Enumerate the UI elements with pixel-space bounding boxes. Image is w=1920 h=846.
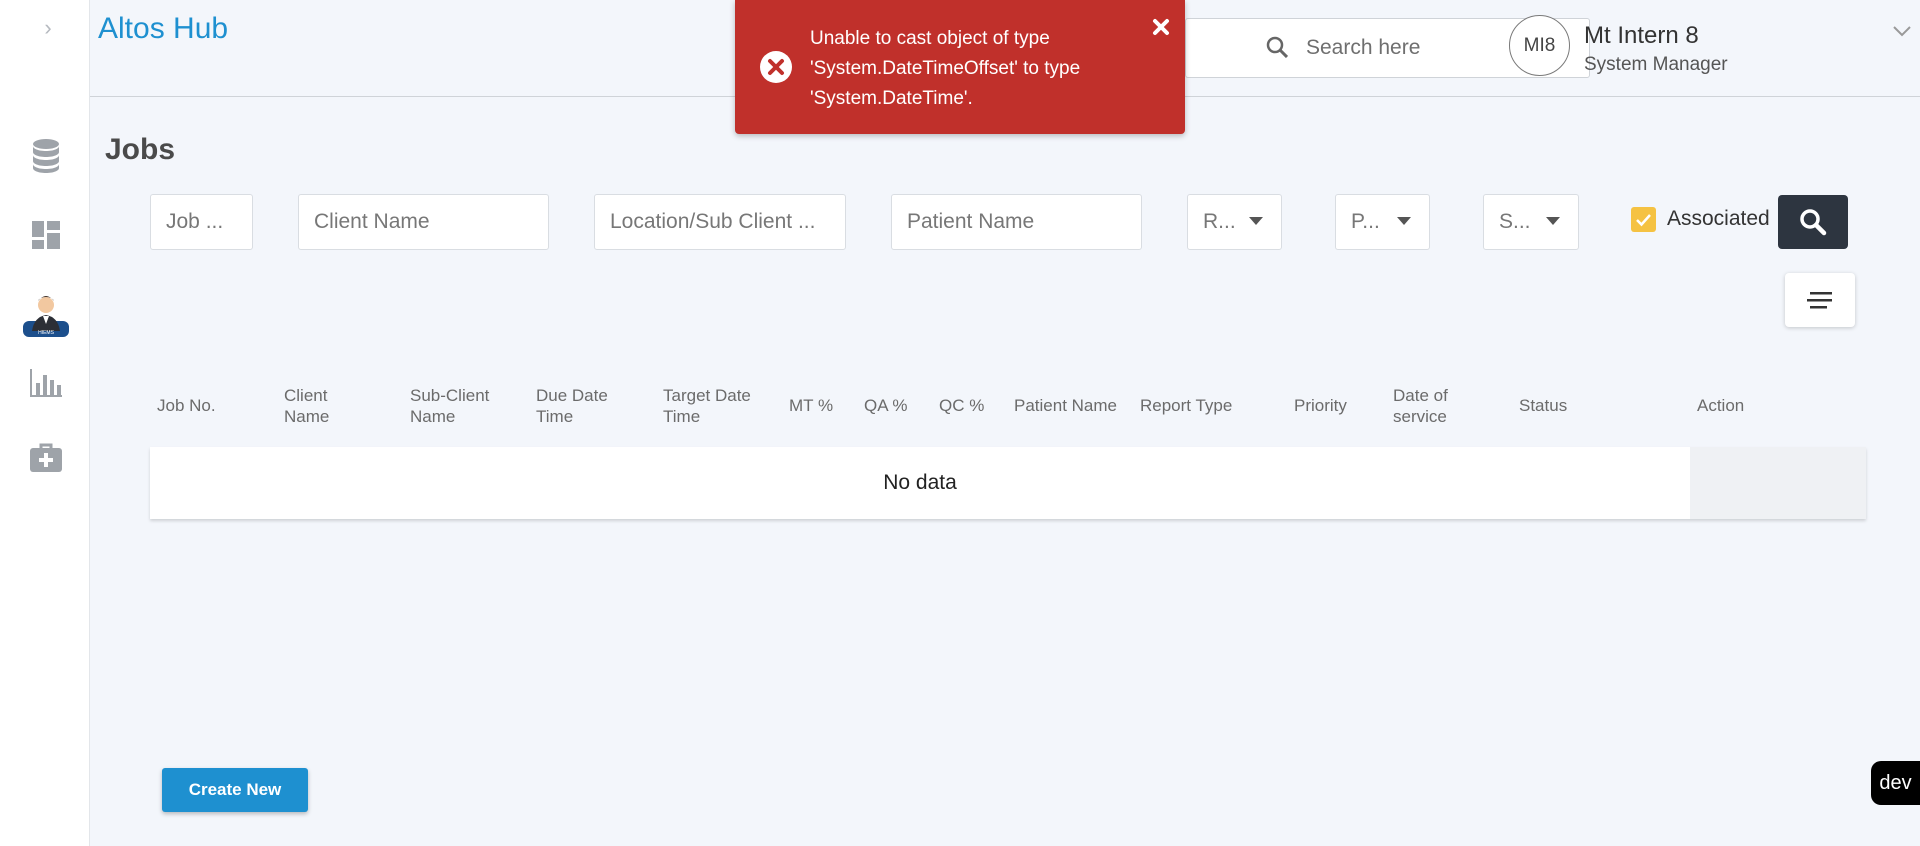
client-name-filter[interactable]: Client Name	[298, 194, 549, 250]
sidebar: › HIEMS	[0, 0, 90, 846]
create-new-button[interactable]: Create New	[162, 768, 308, 812]
chevron-down-icon[interactable]	[1893, 24, 1911, 42]
col-date-of-service[interactable]: Date of service	[1393, 385, 1448, 427]
caret-down-icon	[1397, 217, 1411, 225]
user-role: System Manager	[1584, 54, 1728, 75]
sort-lines-icon	[1807, 292, 1832, 309]
caret-down-icon	[1546, 217, 1560, 225]
associated-label: Associated	[1667, 207, 1770, 230]
table-header: Job No. Client Name Sub-Client Name Due Da…	[150, 375, 1866, 445]
caret-down-icon	[1249, 217, 1263, 225]
database-icon[interactable]	[25, 135, 67, 177]
user-name: Mt Intern 8	[1584, 22, 1699, 49]
col-qc-percent[interactable]: QC %	[939, 395, 984, 416]
error-toast: Unable to cast object of type 'System.Da…	[735, 0, 1185, 134]
col-priority[interactable]: Priority	[1294, 395, 1347, 416]
status-dropdown[interactable]: S...	[1483, 194, 1579, 250]
brand-logo[interactable]: Altos Hub	[98, 12, 228, 46]
col-due-date-time[interactable]: Due Date Time	[536, 385, 608, 427]
page-title: Jobs	[105, 133, 176, 166]
col-status[interactable]: Status	[1519, 395, 1567, 416]
col-client-name[interactable]: Client Name	[284, 385, 329, 427]
checkmark-icon	[1636, 213, 1651, 226]
sort-options-button[interactable]	[1785, 273, 1855, 327]
col-patient-name[interactable]: Patient Name	[1014, 395, 1117, 416]
report-type-dropdown[interactable]: R...	[1187, 194, 1282, 250]
empty-state-text: No data	[883, 471, 957, 494]
report-type-value: R...	[1203, 210, 1236, 233]
expand-sidebar-chevron-icon[interactable]: ›	[38, 16, 58, 40]
location-filter[interactable]: Location/Sub Client ...	[594, 194, 846, 250]
table-body: No data	[150, 447, 1866, 519]
bar-chart-icon[interactable]	[25, 362, 67, 404]
priority-value: P...	[1351, 210, 1380, 233]
col-qa-percent[interactable]: QA %	[864, 395, 907, 416]
search-icon	[1800, 209, 1827, 236]
close-icon[interactable]	[1152, 18, 1172, 38]
action-column-cell	[1690, 447, 1866, 519]
search-button[interactable]	[1778, 195, 1848, 249]
associated-checkbox[interactable]	[1631, 207, 1656, 232]
dashboard-icon[interactable]	[25, 214, 67, 256]
col-report-type[interactable]: Report Type	[1140, 395, 1232, 416]
status-value: S...	[1499, 210, 1531, 233]
col-target-date-time[interactable]: Target Date Time	[663, 385, 751, 427]
user-avatar[interactable]: MI8	[1509, 15, 1570, 76]
error-icon	[759, 50, 793, 89]
svg-text:HIEMS: HIEMS	[38, 330, 55, 336]
col-job-no[interactable]: Job No.	[157, 395, 216, 416]
job-no-filter[interactable]: Job ...	[150, 194, 253, 250]
hiems-avatar-icon[interactable]: HIEMS	[22, 290, 70, 338]
priority-dropdown[interactable]: P...	[1335, 194, 1430, 250]
medical-kit-icon[interactable]	[25, 436, 67, 478]
col-mt-percent[interactable]: MT %	[789, 395, 833, 416]
patient-name-filter[interactable]: Patient Name	[891, 194, 1142, 250]
col-action: Action	[1697, 396, 1745, 415]
toast-message: Unable to cast object of type 'System.Da…	[810, 28, 1081, 109]
col-sub-client-name[interactable]: Sub-Client Name	[410, 385, 489, 427]
search-icon	[1266, 36, 1289, 63]
environment-badge: dev	[1871, 761, 1920, 805]
